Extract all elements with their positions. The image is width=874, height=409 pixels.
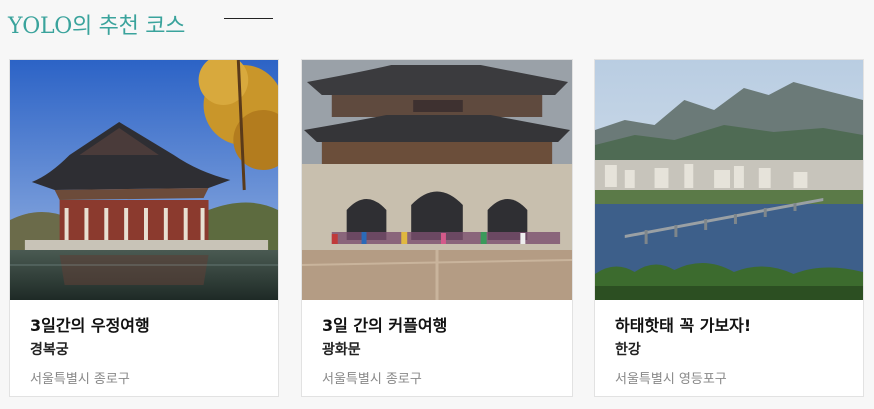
course-location: 서울특별시 종로구 bbox=[30, 372, 130, 387]
course-place: 광화문 bbox=[322, 342, 361, 358]
course-location: 서울특별시 영등포구 bbox=[615, 372, 727, 387]
course-title: 3일 간의 커플여행 bbox=[322, 316, 448, 335]
course-card-1[interactable]: 3일간의 우정여행 경복궁 서울특별시 종로구 bbox=[9, 59, 279, 397]
title-divider bbox=[224, 18, 273, 19]
course-place: 한강 bbox=[615, 342, 641, 358]
section-title: YOLO의 추천 코스 bbox=[8, 14, 186, 39]
gate-photo[interactable] bbox=[302, 60, 572, 300]
course-card-2[interactable]: 3일 간의 커플여행 광화문 서울특별시 종로구 bbox=[301, 59, 573, 397]
section-header: YOLO의 추천 코스 bbox=[8, 8, 185, 40]
course-card-3[interactable]: 하태핫태 꼭 가보자! 한강 서울특별시 영등포구 bbox=[594, 59, 864, 397]
course-place: 경복궁 bbox=[30, 342, 69, 358]
recommended-courses-section: YOLO의 추천 코스 3일간의 우정여행 경복궁 서울특별시 종로구 3일 간… bbox=[0, 0, 874, 409]
course-title: 하태핫태 꼭 가보자! bbox=[615, 316, 752, 335]
course-card-list: 3일간의 우정여행 경복궁 서울특별시 종로구 3일 간의 커플여행 광화문 서… bbox=[9, 59, 865, 399]
palace-pavilion-photo[interactable] bbox=[10, 60, 278, 300]
course-title: 3일간의 우정여행 bbox=[30, 316, 150, 335]
river-bridge-photo[interactable] bbox=[595, 60, 863, 300]
course-location: 서울특별시 종로구 bbox=[322, 372, 422, 387]
